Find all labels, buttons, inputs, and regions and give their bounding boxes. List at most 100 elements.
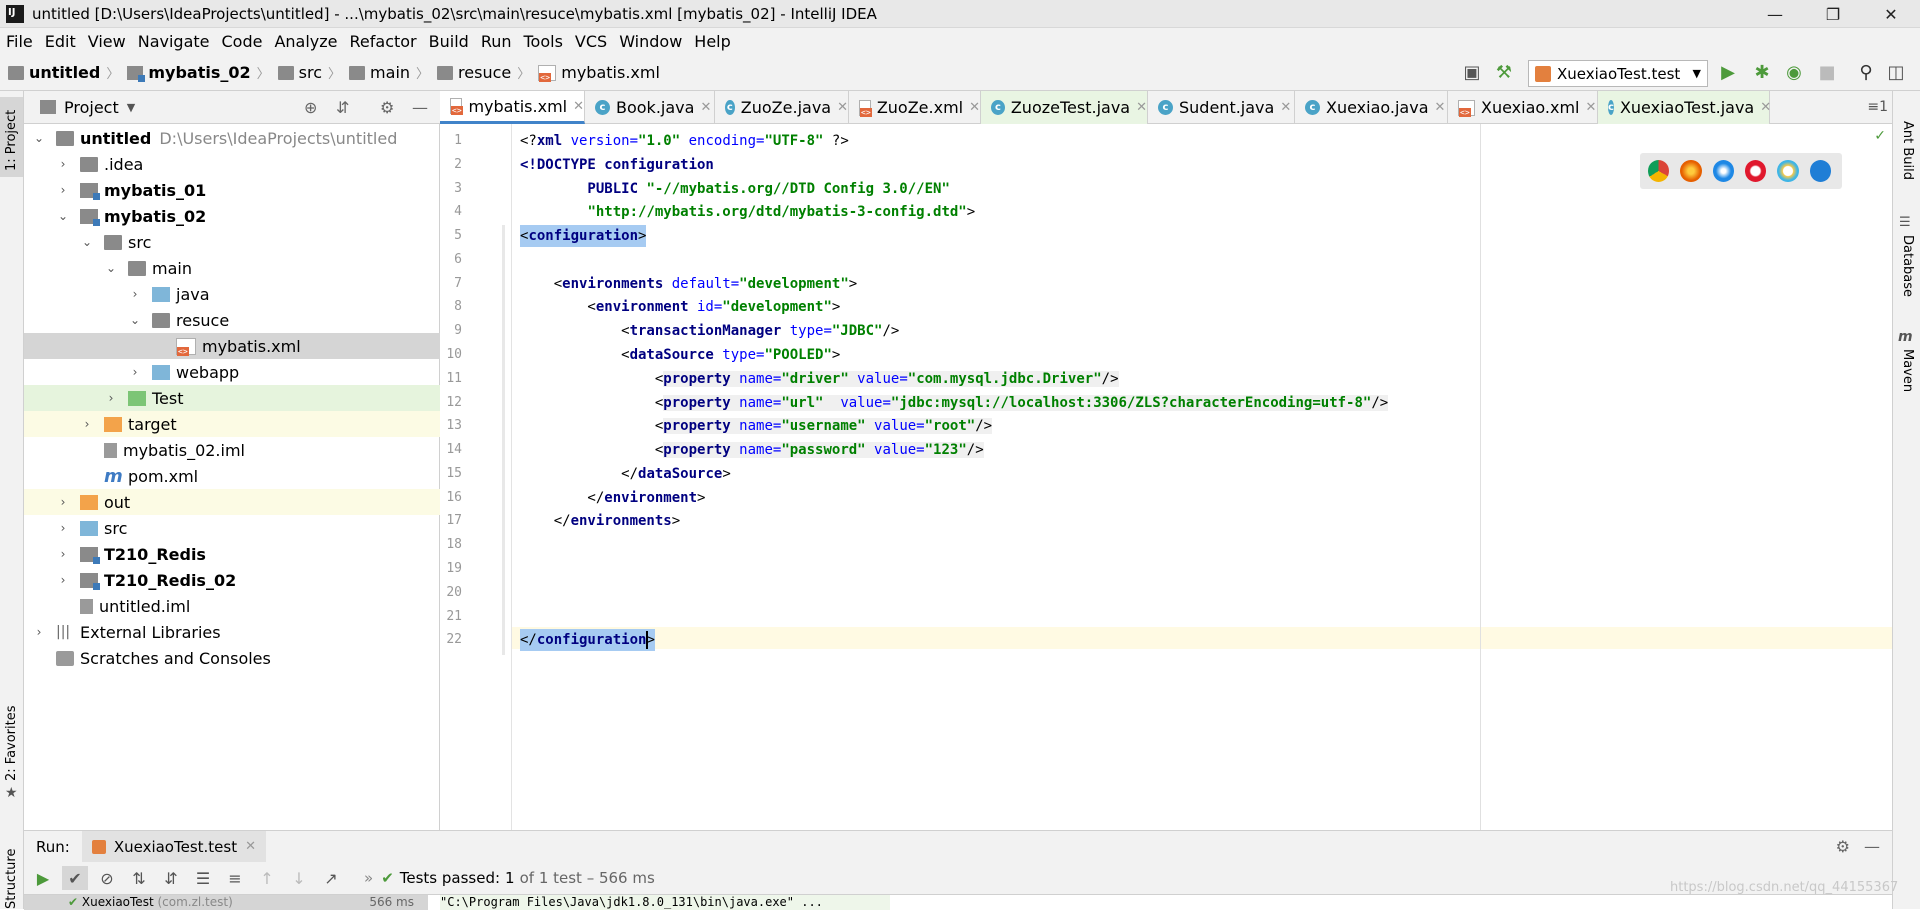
chevron-right-icon[interactable]: › (56, 521, 70, 535)
tree-item-src-root[interactable]: › src (24, 515, 472, 541)
tab-zuozetest-java[interactable]: c ZuozeTest.java ✕ (981, 91, 1148, 124)
previous-icon[interactable]: ↑ (254, 866, 280, 890)
ant-build-stripe-button[interactable]: Ant Build (1893, 101, 1920, 191)
ie-icon[interactable] (1777, 160, 1799, 182)
chevron-down-icon[interactable]: ⌄ (104, 261, 118, 275)
breadcrumb-src[interactable]: src 〉 (277, 63, 341, 82)
tab-xuexiao-xml[interactable]: Xuexiao.xml✕ (1448, 91, 1598, 124)
tabs-menu-icon[interactable]: ≡1 (1867, 99, 1888, 115)
chevron-right-icon[interactable]: › (56, 547, 70, 561)
more-icon[interactable]: » (364, 869, 373, 887)
tab-zuoze-xml[interactable]: ZuoZe.xml✕ (849, 91, 981, 124)
gear-icon[interactable]: ⚙ (380, 98, 394, 117)
run-tab[interactable]: XuexiaoTest.test ✕ (81, 830, 267, 863)
menu-tools[interactable]: Tools (518, 32, 569, 51)
maven-stripe-button[interactable]: m Maven (1893, 325, 1920, 435)
chevron-down-icon[interactable]: ⌄ (128, 313, 142, 327)
debug-icon[interactable]: ✱ (1752, 63, 1772, 83)
tree-item-t210-redis[interactable]: › T210_Redis (24, 541, 472, 567)
tree-item-untitled-iml[interactable]: untitled.iml (24, 593, 472, 619)
chrome-icon[interactable] (1648, 160, 1670, 182)
show-passed-icon[interactable]: ✔ (62, 866, 88, 890)
favorites-stripe-button[interactable]: 2: Favorites ★ (0, 705, 23, 801)
hide-icon[interactable]: — (412, 98, 428, 117)
coverage-icon[interactable]: ◉ (1784, 63, 1804, 83)
chevron-right-icon[interactable]: › (56, 573, 70, 587)
tree-item-scratches[interactable]: Scratches and Consoles (24, 645, 448, 671)
menu-run[interactable]: Run (475, 32, 518, 51)
tree-item-untitled[interactable]: ⌄ untitled D:\Users\IdeaProjects\untitle… (24, 125, 448, 151)
chevron-right-icon[interactable]: › (128, 365, 142, 379)
close-icon[interactable]: ✕ (969, 100, 980, 115)
tab-mybatis-xml[interactable]: mybatis.xml✕ (440, 91, 585, 124)
tree-item-target[interactable]: › target (24, 411, 496, 437)
project-stripe-button[interactable]: 1: Project (0, 97, 23, 177)
close-icon[interactable]: ✕ (1280, 100, 1291, 115)
rerun-icon[interactable]: ▶ (30, 866, 56, 890)
menu-build[interactable]: Build (423, 32, 475, 51)
code-editor[interactable]: <?xml version="1.0" encoding="UTF-8" ?> … (512, 124, 1892, 830)
locate-icon[interactable]: ⊕ (304, 98, 317, 117)
split-icon[interactable]: ◫ (1886, 63, 1906, 83)
menu-refactor[interactable]: Refactor (344, 32, 423, 51)
close-icon[interactable]: ✕ (700, 100, 711, 115)
tree-item-external-libraries[interactable]: › ||| External Libraries (24, 619, 448, 645)
menu-window[interactable]: Window (613, 32, 688, 51)
chevron-right-icon[interactable]: › (104, 391, 118, 405)
search-icon[interactable]: ⚲ (1856, 63, 1876, 83)
breadcrumb-mybatis-02[interactable]: mybatis_02 〉 (127, 63, 270, 82)
close-button[interactable]: ✕ (1862, 0, 1920, 28)
run-configuration-select[interactable]: XuexiaoTest.test ▼ (1528, 60, 1708, 87)
menu-navigate[interactable]: Navigate (132, 32, 216, 51)
chevron-right-icon[interactable]: › (56, 183, 70, 197)
chevron-right-icon[interactable]: › (32, 625, 46, 639)
chevron-down-icon[interactable]: ⌄ (32, 131, 46, 145)
tree-item-t210-redis-02[interactable]: › T210_Redis_02 (24, 567, 472, 593)
expand-all-icon[interactable]: ☰ (190, 866, 216, 890)
tab-sudent-java[interactable]: c Sudent.java ✕ (1148, 91, 1295, 124)
breadcrumb-untitled[interactable]: untitled 〉 (8, 63, 119, 82)
menu-help[interactable]: Help (688, 32, 736, 51)
collapse-icon[interactable]: ⇵ (336, 98, 349, 117)
next-icon[interactable]: ↓ (286, 866, 312, 890)
tree-item-mybatis-02-iml[interactable]: mybatis_02.iml (24, 437, 496, 463)
collapse-all-icon[interactable]: ≡ (222, 866, 248, 890)
restore-button[interactable]: ❐ (1804, 0, 1862, 28)
tab-book-java[interactable]: c Book.java ✕ (585, 91, 715, 124)
sort-alpha-icon[interactable]: ⇅ (126, 866, 152, 890)
chevron-right-icon[interactable]: › (56, 495, 70, 509)
structure-stripe-button[interactable]: Structure (0, 831, 23, 909)
edge-icon[interactable] (1809, 160, 1831, 182)
chevron-down-icon[interactable]: ⌄ (56, 209, 70, 223)
tree-item-src[interactable]: ⌄ src (24, 229, 496, 255)
close-icon[interactable]: ✕ (1585, 100, 1596, 115)
breadcrumb-mybatis-xml[interactable]: mybatis.xml (538, 63, 660, 82)
menu-vcs[interactable]: VCS (569, 32, 613, 51)
menu-edit[interactable]: Edit (39, 32, 82, 51)
project-structure-icon[interactable]: ▣ (1462, 63, 1482, 83)
breadcrumb-main[interactable]: main 〉 (349, 63, 429, 82)
sort-duration-icon[interactable]: ⇵ (158, 866, 184, 890)
tree-item-idea[interactable]: › .idea (24, 151, 472, 177)
menu-analyze[interactable]: Analyze (268, 32, 343, 51)
breadcrumb-resuce[interactable]: resuce 〉 (437, 63, 530, 82)
close-icon[interactable]: ✕ (573, 99, 584, 114)
chevron-right-icon[interactable]: › (128, 287, 142, 301)
tab-zuoze-java[interactable]: c ZuoZe.java ✕ (715, 91, 849, 124)
opera-icon[interactable] (1744, 160, 1767, 182)
menu-file[interactable]: File (0, 32, 39, 51)
project-panel-title[interactable]: Project (64, 98, 119, 117)
close-icon[interactable]: ✕ (1760, 100, 1771, 115)
run-icon[interactable]: ▶ (1718, 63, 1738, 83)
tree-item-mybatis-01[interactable]: › mybatis_01 (24, 177, 472, 203)
stop-icon[interactable]: ■ (1817, 63, 1837, 83)
minimize-button[interactable]: — (1746, 0, 1804, 28)
chevron-right-icon[interactable]: › (56, 157, 70, 171)
hide-icon[interactable]: — (1864, 837, 1880, 856)
chevron-right-icon[interactable]: › (80, 417, 94, 431)
menu-code[interactable]: Code (216, 32, 269, 51)
tree-item-pom-xml[interactable]: m pom.xml (24, 463, 496, 489)
chevron-down-icon[interactable]: ⌄ (80, 235, 94, 249)
show-ignored-icon[interactable]: ⊘ (94, 866, 120, 890)
close-icon[interactable]: ✕ (245, 839, 256, 854)
